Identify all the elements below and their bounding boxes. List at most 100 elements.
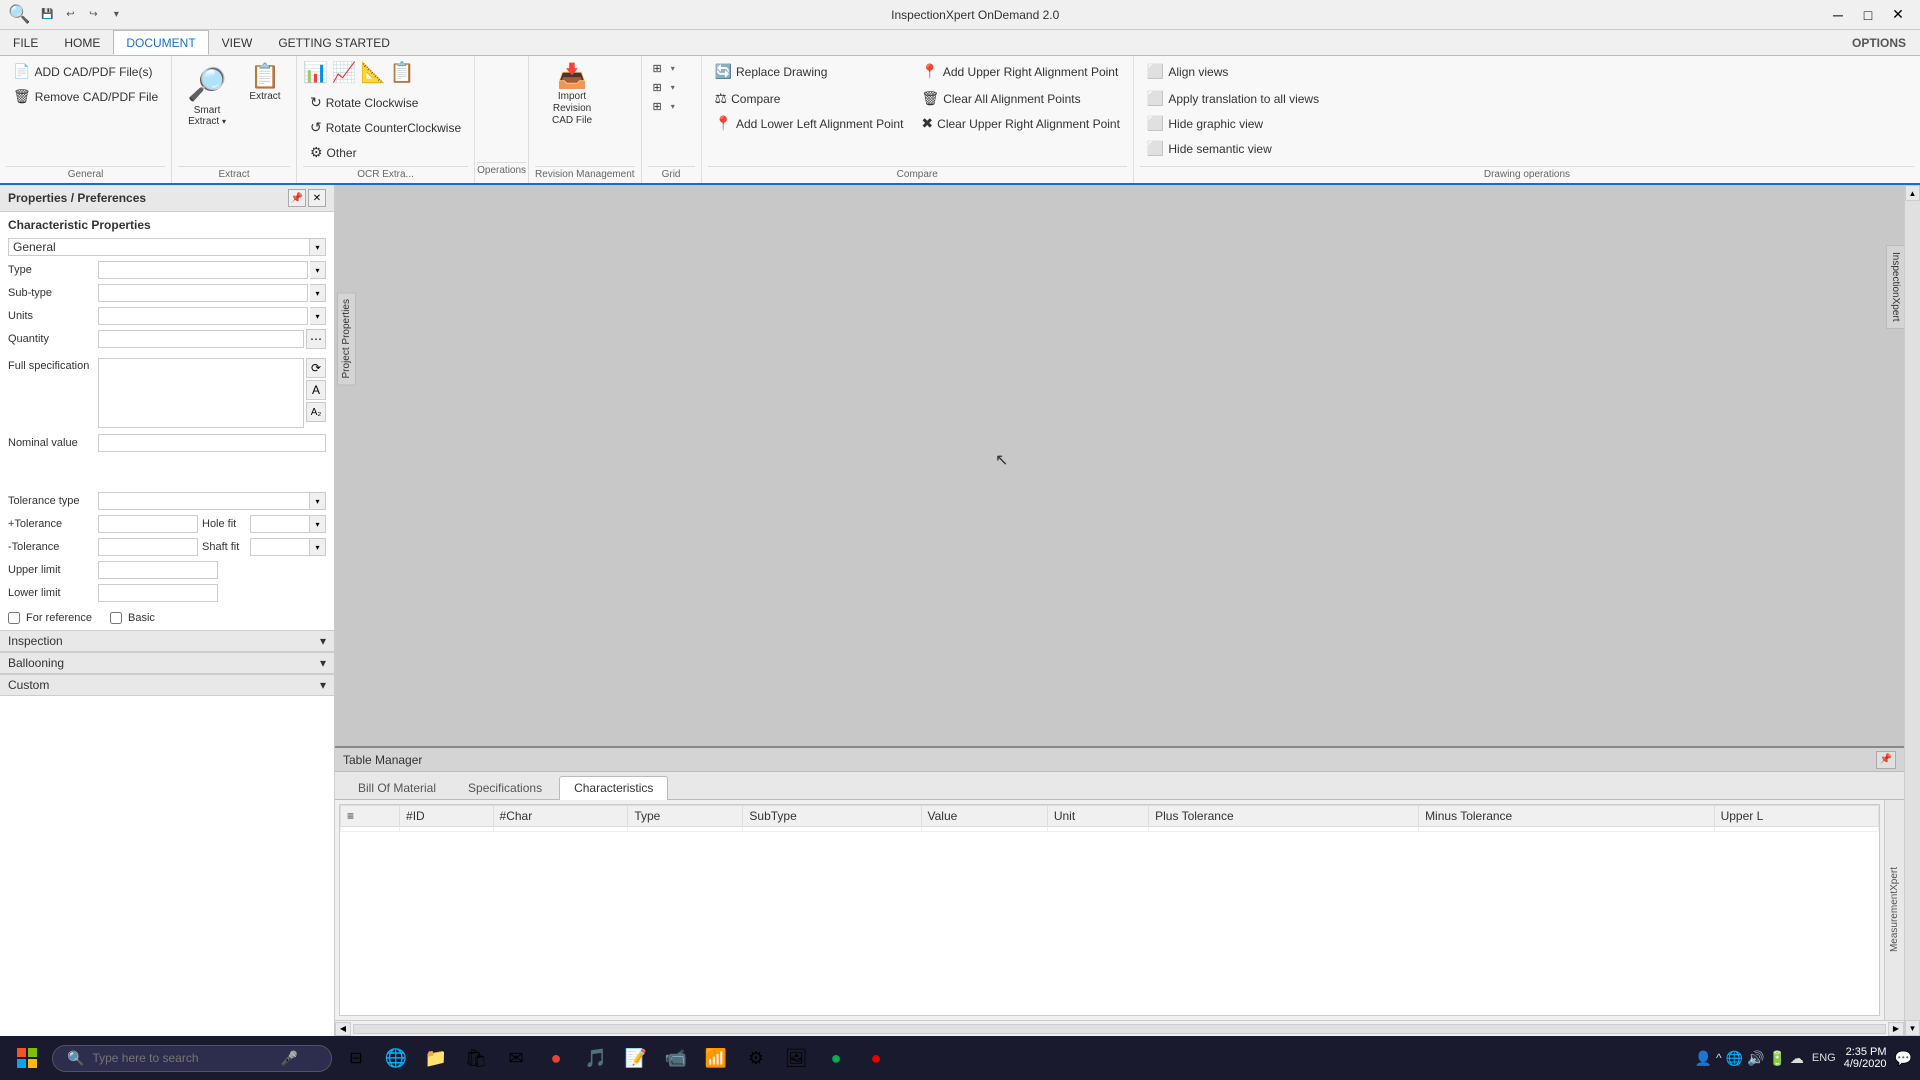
hole-fit-arrow[interactable]: ▾: [310, 515, 326, 533]
store-icon[interactable]: 🛍: [458, 1040, 494, 1076]
cloud-icon[interactable]: ☁: [1790, 1050, 1804, 1067]
sidebar-close-btn[interactable]: ✕: [308, 189, 326, 207]
sticky-icon[interactable]: 📝: [618, 1040, 654, 1076]
th-type[interactable]: Type: [628, 806, 743, 827]
wifi-icon[interactable]: 📶: [698, 1040, 734, 1076]
tab-bill-of-material[interactable]: Bill Of Material: [343, 776, 451, 799]
scroll-down-btn[interactable]: ▼: [1905, 1020, 1920, 1036]
general-select[interactable]: General: [8, 238, 310, 256]
edge-icon[interactable]: 🌐: [378, 1040, 414, 1076]
canvas-viewport[interactable]: ↖ InspectionXpert: [335, 185, 1904, 746]
full-spec-btn2[interactable]: A: [306, 380, 326, 400]
battery-icon[interactable]: 🔋: [1768, 1050, 1785, 1067]
th-subtype[interactable]: SubType: [743, 806, 921, 827]
chrome-icon[interactable]: ●: [538, 1040, 574, 1076]
options-btn[interactable]: OPTIONS: [1838, 30, 1920, 55]
tab-characteristics[interactable]: Characteristics: [559, 776, 668, 800]
vscroll-track[interactable]: [1905, 201, 1920, 1020]
settings-icon[interactable]: ⚙: [738, 1040, 774, 1076]
menu-getting-started[interactable]: GETTING STARTED: [265, 30, 403, 55]
taskbar-search-box[interactable]: 🔍 🎤: [52, 1045, 332, 1072]
redapp-icon[interactable]: ●: [858, 1040, 894, 1076]
plus-tolerance-input[interactable]: [98, 515, 198, 533]
minus-tolerance-input[interactable]: [98, 538, 198, 556]
grid-arrow1[interactable]: ▾: [669, 64, 677, 73]
rotate-ccw-btn[interactable]: ↺ Rotate CounterClockwise: [303, 116, 468, 139]
extract-btn[interactable]: 📋 Extract: [240, 60, 290, 108]
project-properties-tab[interactable]: Project Properties: [337, 292, 356, 385]
units-arrow[interactable]: ▾: [310, 307, 326, 325]
clear-upper-right-btn[interactable]: ✖ Clear Upper Right Alignment Point: [914, 112, 1127, 135]
type-arrow[interactable]: ▾: [310, 261, 326, 279]
scroll-up-btn[interactable]: ▲: [1905, 185, 1920, 201]
th-plus-tolerance[interactable]: Plus Tolerance: [1149, 806, 1419, 827]
smart-extract-btn[interactable]: 🔎 SmartExtract ▾: [178, 60, 236, 132]
menu-file[interactable]: FILE: [0, 30, 51, 55]
other-btn[interactable]: ⚙ Other: [303, 141, 468, 164]
hide-semantic-btn[interactable]: ⬜ Hide semantic view: [1140, 137, 1326, 160]
people-icon[interactable]: 👤: [1695, 1050, 1712, 1067]
th-value[interactable]: Value: [921, 806, 1047, 827]
close-btn[interactable]: ✕: [1884, 4, 1912, 26]
table-hscrollbar[interactable]: ◀ ▶: [335, 1020, 1904, 1036]
type-select[interactable]: [98, 261, 308, 279]
ballooning-dropdown[interactable]: Ballooning ▾: [0, 652, 334, 674]
subtype-arrow[interactable]: ▾: [310, 284, 326, 302]
taskbar-search-input[interactable]: [92, 1051, 272, 1065]
remove-cad-btn[interactable]: 🗑 Remove CAD/PDF File: [6, 85, 165, 108]
quantity-input[interactable]: [98, 330, 304, 348]
for-reference-checkbox[interactable]: [8, 612, 20, 624]
chevron-icon[interactable]: ^: [1716, 1051, 1722, 1065]
th-minus-tolerance[interactable]: Minus Tolerance: [1419, 806, 1715, 827]
hole-fit-select[interactable]: [250, 515, 310, 533]
subtype-select[interactable]: [98, 284, 308, 302]
taskbar-clock[interactable]: 2:35 PM 4/9/2020: [1844, 1046, 1887, 1070]
add-lower-left-btn[interactable]: 📍 Add Lower Left Alignment Point: [708, 112, 911, 135]
rotate-cw-btn[interactable]: ↻ Rotate Clockwise: [303, 91, 468, 114]
full-spec-box[interactable]: [98, 358, 304, 428]
th-upper-l[interactable]: Upper L: [1714, 806, 1878, 827]
measurement-xpert-label[interactable]: MeasurementXpert: [1889, 867, 1900, 952]
zoom-icon[interactable]: 📹: [658, 1040, 694, 1076]
full-spec-btn3[interactable]: A₂: [306, 402, 326, 422]
full-spec-btn1[interactable]: ⟳: [306, 358, 326, 378]
app6-icon[interactable]: 🎵: [578, 1040, 614, 1076]
more-qa-btn[interactable]: ▾: [106, 5, 126, 25]
add-upper-right-btn[interactable]: 📍 Add Upper Right Alignment Point: [914, 60, 1127, 83]
add-cad-btn[interactable]: 📄 ADD CAD/PDF File(s): [6, 60, 165, 83]
photos-icon[interactable]: 🖼: [778, 1040, 814, 1076]
th-id[interactable]: #ID: [400, 806, 493, 827]
replace-drawing-btn[interactable]: 🔄 Replace Drawing: [708, 60, 911, 83]
tolerance-type-select[interactable]: [98, 492, 310, 510]
basic-checkbox[interactable]: [110, 612, 122, 624]
inspection-dropdown[interactable]: Inspection ▾: [0, 630, 334, 652]
quantity-icon-btn[interactable]: ⋯: [306, 329, 326, 349]
tab-specifications[interactable]: Specifications: [453, 776, 557, 799]
menu-view[interactable]: VIEW: [209, 30, 266, 55]
grid-arrow2[interactable]: ▾: [669, 83, 677, 92]
sidebar-pin-btn[interactable]: 📌: [288, 189, 306, 207]
maximize-btn[interactable]: □: [1854, 4, 1882, 26]
grid-icon3[interactable]: ⊞: [648, 98, 667, 115]
undo-qa-btn[interactable]: ↩: [60, 5, 80, 25]
import-revision-btn[interactable]: 📥 Import Revision CAD File: [535, 60, 609, 132]
units-select[interactable]: [98, 307, 308, 325]
grid-icon1[interactable]: ⊞: [648, 60, 667, 77]
mail-icon[interactable]: ✉: [498, 1040, 534, 1076]
sound-icon[interactable]: 🔊: [1747, 1050, 1764, 1067]
custom-dropdown[interactable]: Custom ▾: [0, 674, 334, 696]
save-qa-btn[interactable]: 💾: [37, 5, 57, 25]
clear-all-btn[interactable]: 🗑 Clear All Alignment Points: [914, 87, 1127, 110]
network-icon[interactable]: 🌐: [1726, 1050, 1743, 1067]
shaft-fit-arrow[interactable]: ▾: [310, 538, 326, 556]
general-arrow[interactable]: ▾: [310, 238, 326, 256]
menu-home[interactable]: HOME: [51, 30, 113, 55]
minimize-btn[interactable]: ─: [1824, 4, 1852, 26]
lower-limit-input[interactable]: [98, 584, 218, 602]
tolerance-type-arrow[interactable]: ▾: [310, 492, 326, 510]
hscroll-track[interactable]: [353, 1024, 1886, 1034]
grid-arrow3[interactable]: ▾: [669, 102, 677, 111]
greenapp-icon[interactable]: ●: [818, 1040, 854, 1076]
hide-graphic-btn[interactable]: ⬜ Hide graphic view: [1140, 112, 1326, 135]
upper-limit-input[interactable]: [98, 561, 218, 579]
